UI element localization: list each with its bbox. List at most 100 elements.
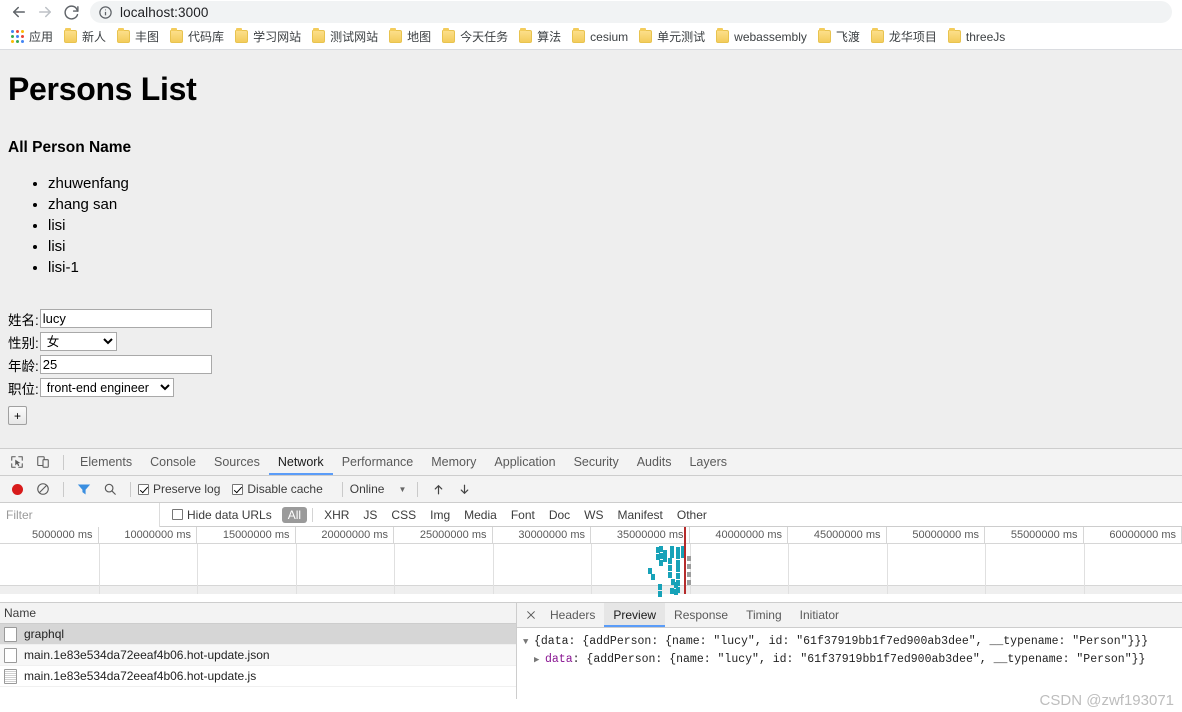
close-detail-button[interactable]: [521, 603, 541, 627]
search-button[interactable]: [97, 477, 123, 501]
overview-gridline: [98, 544, 100, 594]
bookmark-label: webassembly: [734, 29, 807, 44]
name-input[interactable]: [39, 309, 212, 328]
bookmark-item[interactable]: 单元测试: [634, 26, 710, 48]
overview-request-marker: [668, 572, 672, 578]
export-arrow-down-icon: [460, 484, 469, 494]
filter-chip-ws[interactable]: WS: [578, 507, 609, 523]
import-har-button[interactable]: [425, 477, 451, 501]
bookmark-item[interactable]: 地图: [384, 26, 436, 48]
export-har-button[interactable]: [451, 477, 477, 501]
inspect-element-button[interactable]: [4, 450, 30, 474]
timeline-tick: 55000000 ms: [985, 527, 1084, 544]
filter-input[interactable]: [0, 502, 160, 527]
bookmark-item[interactable]: 飞渡: [813, 26, 865, 48]
bookmark-item[interactable]: 应用: [6, 26, 58, 48]
hide-data-urls-checkbox[interactable]: Hide data URLs: [172, 508, 272, 522]
browser-toolbar: localhost:3000: [0, 0, 1182, 24]
toolbar-divider-4: [341, 481, 343, 497]
bookmark-item[interactable]: 算法: [514, 26, 566, 48]
collapse-triangle-icon[interactable]: ▶: [534, 651, 545, 669]
reload-button[interactable]: [58, 1, 84, 23]
json-root-line[interactable]: ▼ {data: {addPerson: {name: "lucy", id: …: [523, 633, 1182, 651]
network-overview[interactable]: 5000000 ms 10000000 ms 15000000 ms 20000000…: [0, 527, 1182, 603]
age-input[interactable]: [39, 355, 212, 374]
bookmark-item[interactable]: 新人: [59, 26, 111, 48]
address-bar[interactable]: localhost:3000: [90, 1, 1172, 23]
throttle-dropdown[interactable]: Online ▼: [350, 482, 407, 496]
bookmark-item[interactable]: 丰图: [112, 26, 164, 48]
detail-tab-response[interactable]: Response: [665, 603, 737, 627]
filter-chip-img[interactable]: Img: [424, 507, 456, 523]
table-row[interactable]: graphql: [0, 624, 516, 645]
overview-secondary-marker: [687, 556, 691, 561]
tab-performance[interactable]: Performance: [333, 449, 423, 475]
overview-request-marker: [659, 560, 663, 566]
import-arrow-up-icon: [434, 484, 443, 494]
bookmark-item[interactable]: 今天任务: [437, 26, 513, 48]
clear-circle-slash-icon: [37, 483, 49, 495]
detail-tab-preview[interactable]: Preview: [604, 603, 666, 627]
expand-triangle-icon[interactable]: ▼: [523, 633, 534, 651]
tab-elements[interactable]: Elements: [71, 449, 141, 475]
add-person-button[interactable]: +: [8, 406, 27, 425]
tab-memory[interactable]: Memory: [422, 449, 485, 475]
clear-button[interactable]: [30, 477, 56, 501]
overview-gridline: [985, 544, 986, 594]
record-button[interactable]: [4, 477, 30, 501]
add-person-form: 姓名: 性别: 女男 年龄: 职位: front-end engineerbac…: [8, 309, 1174, 425]
tab-security[interactable]: Security: [565, 449, 628, 475]
tab-audits[interactable]: Audits: [628, 449, 681, 475]
tab-console[interactable]: Console: [141, 449, 205, 475]
gender-select[interactable]: 女男: [39, 332, 117, 351]
overview-gridline: [1083, 544, 1085, 594]
filter-chip-js[interactable]: JS: [357, 507, 383, 523]
filter-chip-media[interactable]: Media: [458, 507, 503, 523]
detail-tab-timing[interactable]: Timing: [737, 603, 791, 627]
bookmark-label: threeJs: [965, 29, 1006, 44]
bookmark-item[interactable]: threeJs: [943, 26, 1010, 48]
filter-chip-css[interactable]: CSS: [385, 507, 422, 523]
back-button[interactable]: [6, 1, 32, 23]
filter-chip-xhr[interactable]: XHR: [318, 507, 355, 523]
tab-layers[interactable]: Layers: [680, 449, 736, 475]
job-select[interactable]: front-end engineerback-end engineer: [39, 378, 174, 397]
bookmark-item[interactable]: webassembly: [711, 26, 812, 48]
timeline-tick: 20000000 ms: [296, 527, 394, 544]
reload-icon: [63, 4, 79, 20]
overview-secondary-marker: [687, 572, 691, 577]
bookmark-item[interactable]: 测试网站: [307, 26, 383, 48]
filter-chip-manifest[interactable]: Manifest: [612, 507, 669, 523]
filter-chip-doc[interactable]: Doc: [543, 507, 576, 523]
bookmark-item[interactable]: cesium: [567, 26, 633, 48]
table-row[interactable]: main.1e83e534da72eeaf4b06.hot-update.js: [0, 666, 516, 687]
device-toolbar-button[interactable]: [30, 450, 56, 474]
json-root-text: {data: {addPerson: {name: "lucy", id: "6…: [534, 635, 1149, 648]
tab-application[interactable]: Application: [485, 449, 564, 475]
disable-cache-checkbox[interactable]: Disable cache: [232, 482, 323, 496]
request-name: graphql: [24, 627, 65, 641]
detail-tab-headers[interactable]: Headers: [541, 603, 604, 627]
overview-request-marker: [658, 591, 662, 597]
bookmark-item[interactable]: 学习网站: [230, 26, 306, 48]
filter-toggle-button[interactable]: [71, 477, 97, 501]
filter-chip-all[interactable]: All: [281, 506, 308, 523]
detail-tab-initiator[interactable]: Initiator: [791, 603, 848, 627]
devtools-tabbar: Elements Console Sources Network Performance…: [0, 449, 1182, 476]
filter-chip-other[interactable]: Other: [671, 507, 713, 523]
bookmark-item[interactable]: 龙华项目: [866, 26, 942, 48]
age-label: 年龄:: [8, 358, 39, 374]
timeline-tick: 50000000 ms: [887, 527, 985, 544]
page-subtitle: All Person Name: [8, 139, 132, 156]
json-data-line[interactable]: ▶ data : {addPerson: {name: "lucy", id: …: [523, 651, 1182, 669]
json-data-text: : {addPerson: {name: "lucy", id: "61f379…: [572, 653, 1146, 666]
table-row[interactable]: main.1e83e534da72eeaf4b06.hot-update.jso…: [0, 645, 516, 666]
forward-button[interactable]: [32, 1, 58, 23]
tab-sources[interactable]: Sources: [205, 449, 269, 475]
filter-chip-font[interactable]: Font: [505, 507, 541, 523]
page-content: Persons List All Person Name zhuwenfangz…: [0, 50, 1182, 448]
preserve-log-checkbox[interactable]: Preserve log: [138, 482, 220, 496]
tab-network[interactable]: Network: [268, 449, 333, 475]
bookmark-item[interactable]: 代码库: [165, 26, 229, 48]
network-filter-bar: Hide data URLs All XHRJSCSSImgMediaFontDo…: [0, 502, 1182, 527]
